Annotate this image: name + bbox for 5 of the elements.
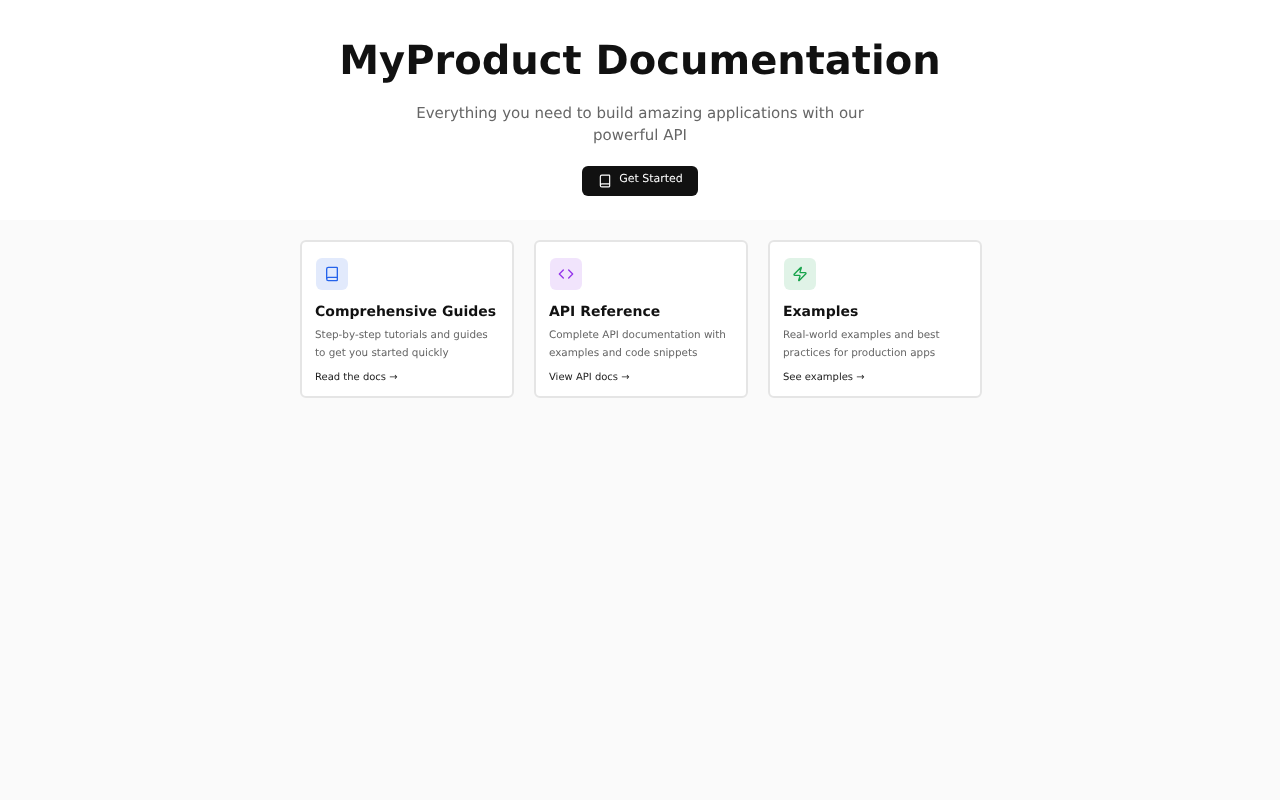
book-icon bbox=[597, 174, 612, 188]
page-title: MyProduct Documentation bbox=[339, 36, 941, 84]
lightning-icon bbox=[791, 266, 807, 282]
book-icon bbox=[323, 266, 339, 282]
code-icon bbox=[557, 266, 573, 282]
